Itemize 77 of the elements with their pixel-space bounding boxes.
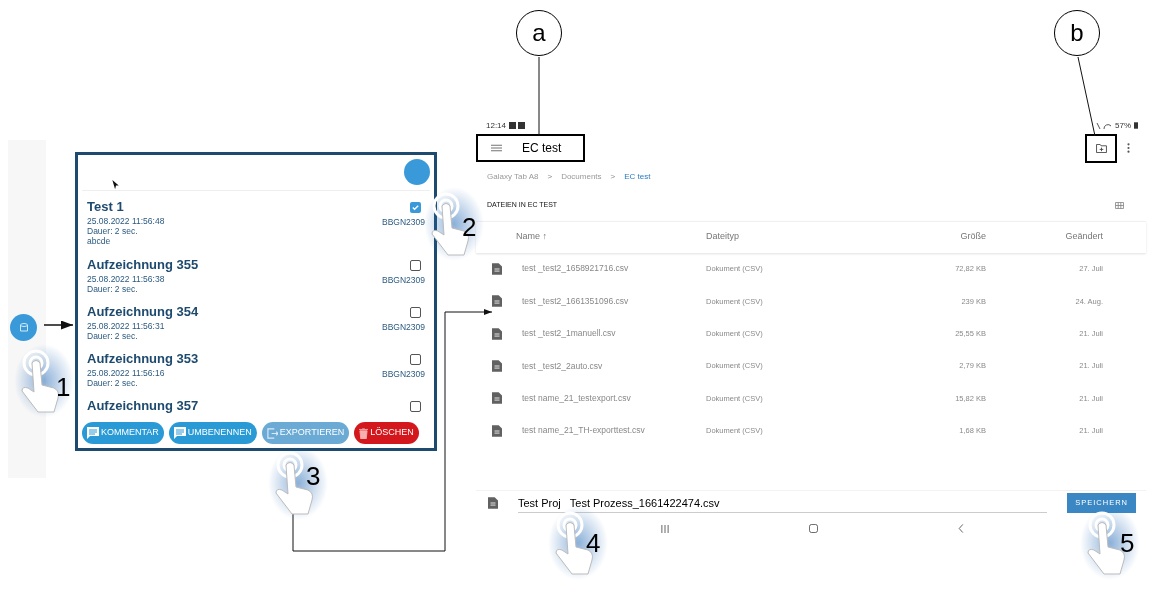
file-name: test name_21_TH-exporttest.csv: [522, 424, 645, 437]
step-number: 4: [586, 530, 601, 556]
breadcrumb-item[interactable]: Documents: [561, 170, 602, 183]
breadcrumb-separator: >: [547, 170, 553, 183]
battery-icon: [1134, 122, 1138, 130]
checkbox[interactable]: [410, 307, 421, 318]
recording-comment: abcde: [87, 236, 112, 246]
action-button[interactable]: KOMMENTAR: [82, 422, 164, 444]
grid-view-icon[interactable]: [1115, 201, 1124, 209]
recording-title[interactable]: Aufzeichnung 357: [87, 397, 199, 415]
device-id: BBGN2309: [382, 216, 425, 229]
file-name: test _test2_1661351096.csv: [522, 294, 629, 308]
pointer-arrow: [43, 320, 74, 330]
app-title: EC test: [522, 140, 562, 158]
recording-title[interactable]: Aufzeichnung 355: [87, 256, 199, 274]
breadcrumb-item[interactable]: EC test: [624, 170, 651, 183]
action-button[interactable]: UMBENENNEN: [168, 422, 257, 444]
recording-title[interactable]: Aufzeichnung 354: [87, 303, 199, 321]
comment-icon: [87, 427, 99, 439]
column-header[interactable]: Größe: [876, 230, 986, 244]
recording-title[interactable]: Test 1: [87, 198, 165, 216]
comment-icon: [173, 427, 186, 439]
battery-level: 57%: [1115, 119, 1131, 132]
file-icon: [492, 327, 502, 340]
new-folder-icon[interactable]: [1095, 143, 1107, 153]
recording-duration: Dauer: 2 sec.: [87, 378, 139, 388]
step-number: 5: [1120, 530, 1135, 556]
recording-date: 25.08.2022 11:56:16: [87, 368, 166, 378]
checkbox[interactable]: [410, 401, 421, 412]
check-icon: [411, 203, 420, 212]
more-icon[interactable]: [1127, 143, 1130, 154]
recording-duration: Dauer: 2 sec.: [87, 226, 139, 236]
notification-icon: [509, 122, 526, 130]
file-name: test _test2_1658921716.csv: [522, 262, 629, 276]
signal-icon: [1096, 121, 1112, 130]
back-icon[interactable]: [957, 524, 964, 534]
recording-duration: Dauer: 2 sec.: [87, 331, 139, 341]
checkbox[interactable]: [410, 354, 421, 365]
recents-icon[interactable]: [660, 524, 669, 533]
file-name: test _test2_2auto.csv: [522, 359, 603, 373]
file-icon: [492, 359, 502, 372]
file-name: test name_21_testexport.csv: [522, 391, 631, 405]
checkbox[interactable]: [410, 202, 421, 213]
callout-label: b: [1054, 10, 1100, 56]
trash-icon: [359, 427, 369, 439]
column-header[interactable]: Dateityp: [706, 230, 876, 244]
device-id: BBGN2309: [382, 368, 425, 381]
action-button[interactable]: LÖSCHEN: [354, 422, 419, 444]
home-icon[interactable]: [808, 524, 818, 534]
step-number: 2: [462, 214, 477, 240]
file-icon: [492, 295, 502, 308]
file-icon: [492, 424, 502, 437]
database-icon: [18, 322, 29, 333]
step-number: 1: [56, 374, 71, 400]
callout-label: a: [516, 10, 562, 56]
file-icon: [492, 262, 502, 275]
round-button[interactable]: [404, 159, 430, 185]
recording-title[interactable]: Aufzeichnung 353: [87, 350, 199, 368]
device-id: BBGN2309: [382, 274, 425, 287]
breadcrumb-item[interactable]: Galaxy Tab A8: [487, 170, 539, 183]
breadcrumb-separator: >: [610, 170, 616, 183]
step-number: 3: [306, 463, 321, 489]
recording-date: 25.08.2022 11:56:38: [87, 274, 166, 284]
column-header[interactable]: Geändert: [986, 230, 1103, 244]
file-icon: [492, 392, 502, 405]
recording-duration: Dauer: 2 sec.: [87, 284, 139, 294]
action-button[interactable]: EXPORTIEREN: [261, 422, 350, 444]
file-name: test _test2_1manuell.csv: [522, 327, 616, 340]
checkbox[interactable]: [410, 260, 421, 271]
device-id: BBGN2309: [382, 321, 425, 334]
file-icon: [488, 497, 498, 510]
status-time: 12:14: [486, 119, 507, 132]
menu-icon[interactable]: [491, 144, 502, 153]
recording-date: 25.08.2022 11:56:31: [87, 321, 166, 331]
export-icon: [266, 427, 278, 439]
recording-date: 25.08.2022 11:56:48: [87, 216, 165, 226]
column-header[interactable]: Name ↑: [516, 230, 706, 244]
